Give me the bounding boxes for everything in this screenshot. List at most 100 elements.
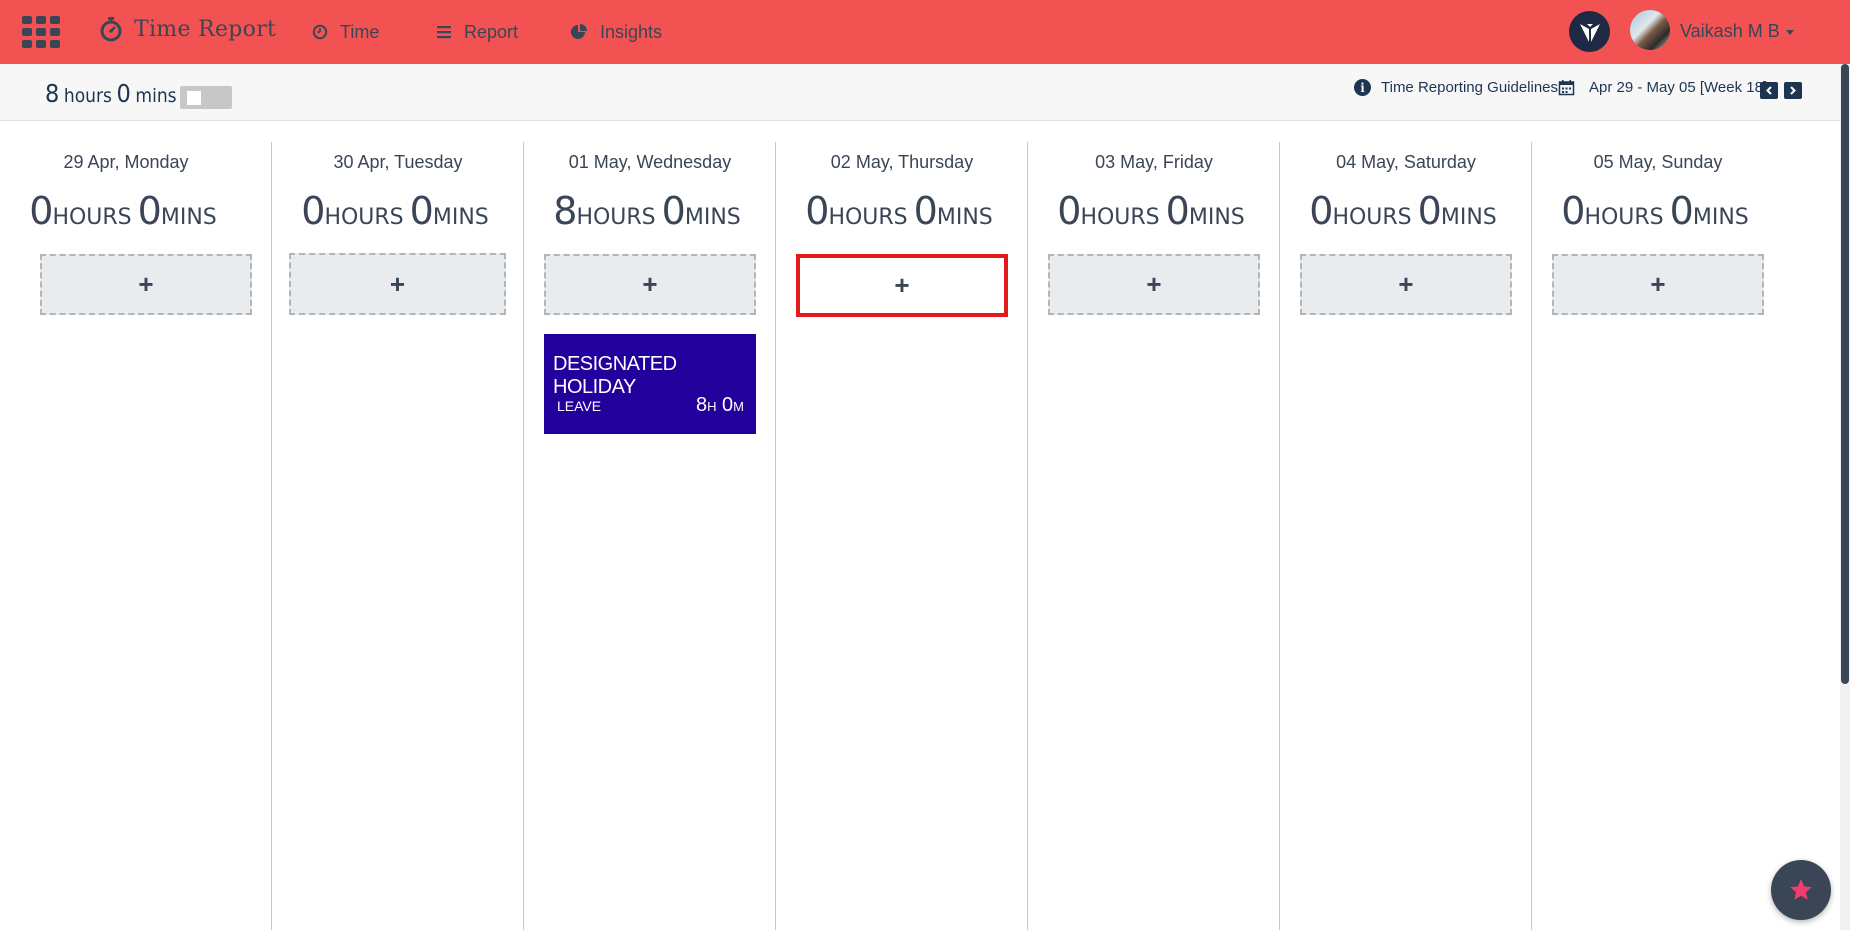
hours-unit: HOURS: [828, 205, 908, 230]
toggle-knob: [187, 91, 201, 105]
day-hours: 0: [1561, 189, 1585, 233]
day-total: 0HOURS 0MINS: [1532, 189, 1784, 233]
day-label: 01 May, Wednesday: [568, 152, 732, 172]
day-hours: 0: [805, 189, 829, 233]
add-entry-button[interactable]: +: [40, 254, 252, 315]
guidelines-link[interactable]: i Time Reporting Guidelines: [1354, 79, 1558, 96]
nav-report-label: Report: [464, 21, 519, 42]
date-range-picker[interactable]: Apr 29 - May 05 [Week 18]: [1558, 79, 1767, 96]
prev-week-button[interactable]: [1760, 82, 1778, 99]
page-scrollbar[interactable]: [1840, 64, 1850, 930]
hours-unit: HOURS: [52, 205, 132, 230]
nav-time[interactable]: Time: [312, 0, 379, 64]
chevron-left-icon: [1766, 86, 1772, 95]
day-total: 0HOURS 0MINS: [0, 189, 252, 233]
user-avatar[interactable]: [1630, 10, 1670, 50]
day-column-friday: 03 May, Friday 0HOURS 0MINS +: [1028, 142, 1280, 930]
total-hours-unit: hours: [63, 85, 112, 107]
day-column-monday: 29 Apr, Monday 0HOURS 0MINS +: [0, 142, 272, 930]
star-icon: [1790, 879, 1812, 900]
day-total: 0HOURS 0MINS: [776, 189, 1028, 233]
favorites-button[interactable]: [1771, 860, 1831, 920]
entry-mins-unit: M: [733, 399, 744, 414]
stopwatch-icon: [100, 17, 122, 42]
day-mins: 0: [1417, 189, 1442, 233]
day-mins: 0: [137, 189, 162, 233]
list-icon: [437, 26, 451, 39]
chevron-right-icon: [1790, 86, 1796, 95]
hours-unit: HOURS: [1584, 205, 1664, 230]
day-label: 05 May, Sunday: [1593, 152, 1723, 172]
view-toggle[interactable]: [180, 86, 232, 109]
week-total: 8 hours 0 mins: [45, 79, 177, 108]
user-menu[interactable]: Vaikash M B: [1680, 21, 1794, 42]
add-entry-button[interactable]: +: [1048, 254, 1260, 315]
info-icon: i: [1354, 79, 1371, 96]
day-mins: 0: [1669, 189, 1694, 233]
company-logo[interactable]: [1569, 11, 1610, 52]
day-column-wednesday: 01 May, Wednesday 8HOURS 0MINS + DESIGNAT…: [524, 142, 776, 930]
pie-chart-icon: [571, 24, 587, 39]
guidelines-label: Time Reporting Guidelines: [1381, 79, 1559, 96]
hours-unit: HOURS: [1080, 205, 1160, 230]
add-entry-button[interactable]: +: [1552, 254, 1764, 315]
week-columns: 29 Apr, Monday 0HOURS 0MINS + 30 Apr, Tue…: [0, 142, 1770, 930]
day-column-thursday: 02 May, Thursday 0HOURS 0MINS +: [776, 142, 1028, 930]
hours-unit: HOURS: [576, 205, 656, 230]
company-logo-icon: [1579, 23, 1600, 42]
day-total: 0HOURS 0MINS: [272, 189, 524, 233]
top-navbar: Time Report Time Report Insights Vaikash…: [0, 0, 1850, 64]
day-mins: 0: [661, 189, 686, 233]
day-column-saturday: 04 May, Saturday 0HOURS 0MINS +: [1280, 142, 1532, 930]
mins-unit: MINS: [936, 205, 993, 230]
user-name: Vaikash M B: [1680, 21, 1780, 41]
entry-type: LEAVE: [557, 398, 602, 414]
total-mins: 0: [116, 79, 131, 108]
day-hours: 0: [1309, 189, 1333, 233]
mins-unit: MINS: [1188, 205, 1245, 230]
app-title: Time Report: [134, 16, 277, 42]
hours-unit: HOURS: [1332, 205, 1412, 230]
entry-title: DESIGNATED HOLIDAY: [553, 353, 677, 398]
add-entry-button[interactable]: +: [1300, 254, 1512, 315]
add-entry-button[interactable]: +: [796, 254, 1008, 317]
brand[interactable]: Time Report: [98, 15, 276, 43]
entry-hours: 8: [695, 394, 708, 416]
day-column-sunday: 05 May, Sunday 0HOURS 0MINS +: [1532, 142, 1784, 930]
caret-down-icon: [1785, 29, 1794, 35]
add-entry-button[interactable]: +: [289, 253, 506, 315]
day-hours: 8: [553, 189, 577, 233]
day-mins: 0: [409, 189, 434, 233]
day-mins: 0: [913, 189, 938, 233]
mins-unit: MINS: [1440, 205, 1497, 230]
next-week-button[interactable]: [1784, 82, 1802, 99]
time-entry-card[interactable]: DESIGNATED HOLIDAY LEAVE 8H 0M: [544, 334, 756, 434]
nav-report[interactable]: Report: [436, 0, 518, 64]
day-column-tuesday: 30 Apr, Tuesday 0HOURS 0MINS +: [272, 142, 524, 930]
clock-icon: [312, 24, 328, 40]
mins-unit: MINS: [684, 205, 741, 230]
day-label: 03 May, Friday: [1095, 152, 1213, 172]
date-range-label: Apr 29 - May 05 [Week 18]: [1589, 79, 1768, 96]
day-hours: 0: [29, 189, 53, 233]
scrollbar-thumb[interactable]: [1841, 64, 1849, 684]
hours-unit: HOURS: [324, 205, 404, 230]
day-hours: 0: [301, 189, 325, 233]
calendar-icon: [1558, 80, 1575, 96]
nav-insights[interactable]: Insights: [570, 0, 662, 64]
mins-unit: MINS: [1692, 205, 1749, 230]
day-label: 02 May, Thursday: [830, 152, 974, 172]
day-label: 04 May, Saturday: [1336, 152, 1476, 172]
day-hours: 0: [1057, 189, 1081, 233]
app-grid-icon[interactable]: [22, 16, 62, 48]
total-hours: 8: [45, 79, 60, 108]
day-label: 30 Apr, Tuesday: [333, 152, 463, 172]
mins-unit: MINS: [160, 205, 217, 230]
entry-duration: 8H 0M: [696, 394, 744, 417]
mins-unit: MINS: [432, 205, 489, 230]
day-mins: 0: [1165, 189, 1190, 233]
day-total: 0HOURS 0MINS: [1028, 189, 1280, 233]
nav-insights-label: Insights: [600, 21, 663, 42]
add-entry-button[interactable]: +: [544, 254, 756, 315]
nav-time-label: Time: [340, 21, 380, 42]
